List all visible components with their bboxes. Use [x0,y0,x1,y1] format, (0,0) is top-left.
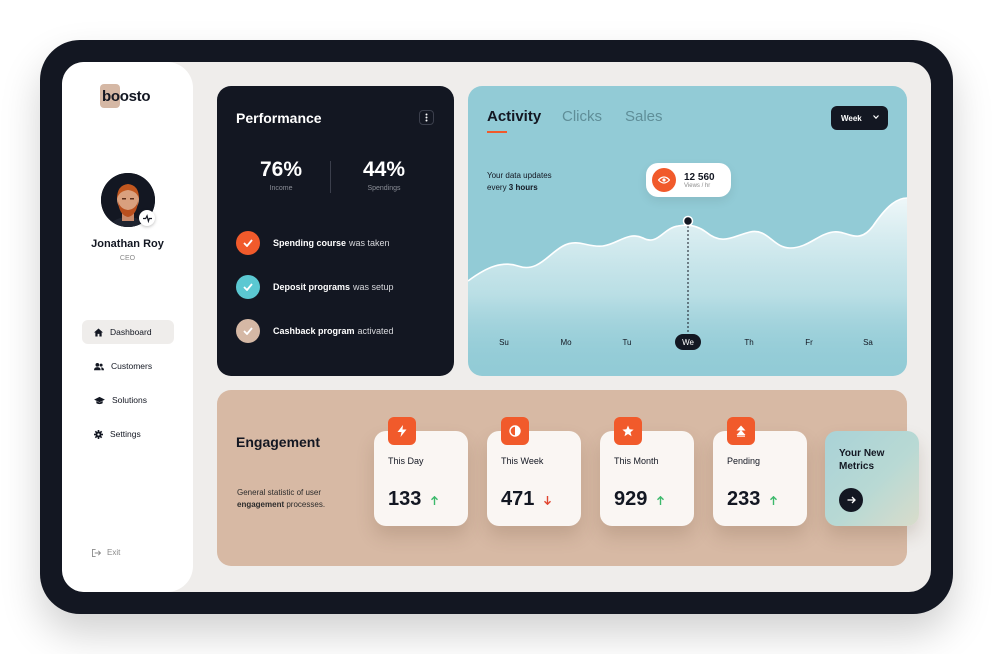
day-label[interactable]: Th [736,334,762,350]
performance-title: Performance [236,110,322,126]
task-title: Spending course [273,238,347,248]
sidebar: boosto Jonathan Roy CEO Dashboard Custom… [62,62,193,592]
home-icon [94,327,103,337]
sidebar-item-customers[interactable]: Customers [82,354,174,378]
highlight-point [682,215,694,227]
stat-label: Pending [727,456,761,466]
new-metrics-card[interactable]: Your New Metrics [825,431,919,526]
stat-value: 133 [388,488,422,510]
tab-clicks[interactable]: Clicks [562,108,602,125]
dashboard-screen: boosto Jonathan Roy CEO Dashboard Custom… [62,62,931,592]
income-label: Income [269,185,293,192]
period-select[interactable]: Week [831,106,888,130]
user-name: Jonathan Roy [91,238,164,250]
update-prefix: every [487,183,507,192]
sidebar-item-label: Solutions [112,395,147,405]
task-item[interactable]: Spending course was taken [236,231,390,255]
income-value: 76% [259,158,303,181]
desc-bold: engagement [237,500,285,509]
stat-card-day[interactable]: This Day 133 [374,417,468,526]
day-label[interactable]: Fr [796,334,822,350]
day-label[interactable]: Tu [614,334,640,350]
task-status: was setup [353,282,394,292]
stat-card-month[interactable]: This Month 929 [600,417,694,526]
arrow-up-icon [770,496,777,505]
activity-card: Activity Clicks Sales Week Your data upd… [468,86,907,376]
activity-badge-icon [139,210,155,226]
new-metrics-title: Your New Metrics [839,448,885,472]
app-logo[interactable]: boosto [102,88,151,105]
spendings-value: 44% [362,158,406,181]
sidebar-item-dashboard[interactable]: Dashboard [82,320,174,344]
arrow-right-button[interactable] [839,488,863,512]
desc-text: General statistic of user [237,488,322,497]
period-label: Week [841,113,862,123]
sidebar-item-solutions[interactable]: Solutions [82,388,174,412]
tab-activity[interactable]: Activity [487,108,541,125]
users-icon [94,362,104,370]
star-icon [614,417,642,445]
active-tab-indicator [487,131,507,133]
check-icon [236,231,260,255]
stat-value: 471 [501,488,535,510]
views-unit: Views / hr [684,182,711,189]
stat-value: 233 [727,488,761,510]
task-title: Deposit programs [273,282,351,292]
chevron-down-icon [873,115,879,119]
stat-value: 929 [614,488,648,510]
update-interval: 3 hours [508,183,538,192]
sidebar-item-settings[interactable]: Settings [82,422,174,446]
double-chevron-up-icon [727,417,755,445]
desc-text-end: processes. [286,500,326,509]
tab-sales[interactable]: Sales [625,108,663,125]
stat-label: This Day [388,456,424,466]
performance-card: Performance 76% Income 44% Spendings Spe… [217,86,454,376]
sidebar-item-label: Settings [110,429,141,439]
sidebar-item-label: Customers [111,361,153,371]
day-label[interactable]: Mo [553,334,579,350]
stat-label: This Month [614,456,659,466]
views-value: 12 560 [684,171,715,183]
engagement-panel: Engagement General statistic of user eng… [217,390,919,566]
task-status: was taken [349,238,390,248]
task-item[interactable]: Deposit programs was setup [236,275,394,299]
more-vertical-icon [425,113,428,122]
arrow-up-icon [431,496,438,505]
arrow-down-icon [544,496,551,505]
engagement-title: Engagement [236,434,321,450]
check-icon [236,275,260,299]
stats-divider [330,161,331,193]
task-status: activated [357,326,394,336]
eye-icon [652,168,676,192]
day-label[interactable]: Su [491,334,517,350]
check-icon [236,319,260,343]
stat-label: This Week [501,456,544,466]
exit-icon [92,548,101,557]
day-label[interactable]: Sa [855,334,881,350]
lightning-icon [388,417,416,445]
gear-icon [94,429,103,439]
update-line1: Your data updates [487,171,552,180]
engagement-description: General statistic of user engagement pro… [237,487,327,511]
arrow-right-icon [847,496,856,504]
graduation-cap-icon [94,396,105,404]
half-circle-icon [501,417,529,445]
arrow-up-icon [657,496,664,505]
spendings-label: Spendings [367,185,401,192]
sidebar-item-label: Dashboard [110,327,152,337]
exit-label: Exit [107,548,121,557]
exit-button[interactable]: Exit [92,548,120,557]
update-note: Your data updates every 3 hours [487,170,552,194]
more-options-button[interactable] [419,110,434,125]
stat-card-week[interactable]: This Week 471 [487,417,581,526]
views-tooltip: 12 560 Views / hr [646,163,731,197]
user-role: CEO [119,255,136,262]
task-item[interactable]: Cashback program activated [236,319,394,343]
task-title: Cashback program [273,326,355,336]
day-label-active[interactable]: We [675,334,701,350]
stat-card-pending[interactable]: Pending 233 [713,417,807,526]
